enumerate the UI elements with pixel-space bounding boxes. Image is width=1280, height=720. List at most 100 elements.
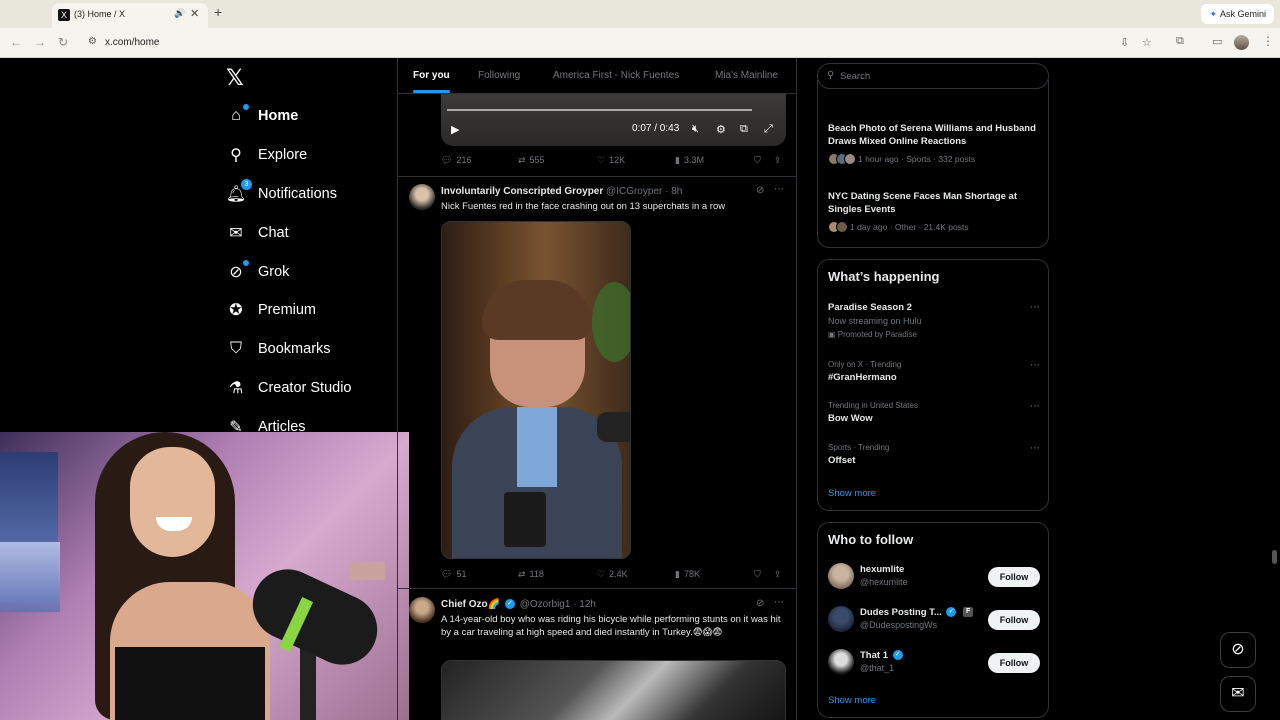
trend-more-icon[interactable]: ⋯ <box>1030 443 1040 454</box>
avatar[interactable] <box>828 649 854 675</box>
mail-icon: ✉ <box>229 225 243 242</box>
views-button[interactable]: ▮ 78K <box>675 569 700 580</box>
repost-button[interactable]: ⇄ 118 <box>518 569 544 580</box>
play-icon[interactable]: ▶ <box>451 123 459 136</box>
avatar[interactable] <box>409 184 435 210</box>
forward-icon[interactable]: → <box>34 35 46 49</box>
ask-gemini-button[interactable]: ✦ Ask Gemini <box>1201 4 1274 24</box>
site-info-icon[interactable]: ⚙ <box>88 36 97 47</box>
grok-dot <box>243 260 249 266</box>
reply-button[interactable]: 💬︎ 51 <box>441 569 466 580</box>
trend-more-icon[interactable]: ⋯ <box>1030 360 1040 371</box>
trend-context: Sports · Trending <box>828 443 890 452</box>
repost-button[interactable]: ⇄ 555 <box>518 155 545 166</box>
grok-analyze-icon[interactable]: ⊘ <box>756 185 764 196</box>
video-progress-bar[interactable] <box>447 109 752 111</box>
search-placeholder: Search <box>840 71 871 82</box>
news-item[interactable]: NYC Dating Scene Faces Man Shortage at S… <box>828 190 1038 233</box>
browser-tab-bar: X (3) Home / X 🔊 ✕ + ✦ Ask Gemini <box>0 0 1280 28</box>
tab-for-you[interactable]: For you <box>413 70 450 93</box>
post-video-thumbnail[interactable] <box>441 221 631 559</box>
trend-promo-text: Promoted by Paradise <box>837 330 917 339</box>
post-more-icon[interactable]: ⋯ <box>774 597 784 608</box>
reload-icon[interactable]: ↻ <box>58 35 68 49</box>
back-icon[interactable]: ← <box>10 35 22 49</box>
search-input[interactable]: ⚲ Search <box>817 63 1049 89</box>
trend-item[interactable]: Paradise Season 2 Now streaming on Hulu … <box>828 302 1040 339</box>
like-button[interactable]: ♡ 2.4K <box>597 569 628 580</box>
follow-button[interactable]: Follow <box>988 610 1040 630</box>
grok-analyze-icon[interactable]: ⊘ <box>756 598 764 609</box>
show-more-link[interactable]: Show more <box>828 488 876 499</box>
share-icon[interactable]: ⇪ <box>774 569 782 580</box>
trend-item[interactable]: Trending in United States Bow Wow ⋯ <box>828 401 1040 424</box>
wall-poster-2 <box>0 542 60 612</box>
tab-title: (3) Home / X <box>74 9 126 19</box>
trend-name: Paradise Season 2 <box>828 302 912 313</box>
settings-icon[interactable]: ⚙ <box>716 123 726 136</box>
pip-icon[interactable]: ⧉ <box>740 123 748 136</box>
reply-button[interactable]: 💬︎ 216 <box>441 155 471 166</box>
share-icon[interactable]: ⇪ <box>774 155 782 166</box>
post1-actions: 💬︎ 51 ⇄ 118 ♡ 2.4K ▮ 78K ⛉ ⇪ <box>441 569 786 583</box>
avatar[interactable] <box>828 606 854 632</box>
post-author[interactable]: Chief Ozo🌈 ✓ @Ozorbig1 · 12h <box>441 599 596 610</box>
nav-home[interactable]: ⌂ Home <box>226 101 298 131</box>
trend-more-icon[interactable]: ⋯ <box>1030 302 1040 313</box>
close-tab-icon[interactable]: ✕ <box>190 7 199 20</box>
fullscreen-icon[interactable]: ⤢ <box>764 123 773 136</box>
bookmark-star-icon[interactable]: ☆ <box>1142 36 1152 49</box>
extension-2-icon[interactable]: ▭ <box>1212 35 1222 48</box>
nav-bookmarks[interactable]: ⛉ Bookmarks <box>226 334 331 364</box>
trend-item[interactable]: Only on X · Trending #GranHermano ⋯ <box>828 360 1040 383</box>
follow-suggestion[interactable]: That 1 ✓ @that_1 Follow <box>828 649 1040 679</box>
follow-suggestion[interactable]: hexumlite @hexumlite Follow <box>828 563 1040 593</box>
mute-icon[interactable]: 🔇︎ <box>692 123 699 136</box>
like-button[interactable]: ♡ 12K <box>597 155 625 166</box>
video-player[interactable]: ▶ 0:07 / 0:43 🔇︎ ⚙ ⧉ ⤢ <box>441 94 786 146</box>
nav-notifications[interactable]: 🔔︎ 3 Notifications <box>226 179 337 209</box>
nav-explore-label: Explore <box>258 147 308 163</box>
trend-item[interactable]: Sports · Trending Offset ⋯ <box>828 443 1040 466</box>
avatar[interactable] <box>828 563 854 589</box>
show-more-link[interactable]: Show more <box>828 695 876 706</box>
browser-menu-icon[interactable]: ⋮ <box>1262 34 1274 48</box>
post-video-thumbnail[interactable] <box>441 660 786 720</box>
verified-badge-icon: ✓ <box>946 607 957 618</box>
post-more-icon[interactable]: ⋯ <box>774 184 784 195</box>
extension-icon[interactable]: ⧉ <box>1176 35 1184 48</box>
bookmark-button[interactable]: ⛉ <box>754 155 761 166</box>
follow-button[interactable]: Follow <box>988 567 1040 587</box>
post0-actions: 💬︎ 216 ⇄ 555 ♡ 12K ▮ 3.3M ⛉ ⇪ <box>441 155 786 169</box>
bookmark-button[interactable]: ⛉ <box>754 569 761 580</box>
tab-mias-mainline[interactable]: Mia's Mainline <box>715 70 778 81</box>
scrollbar[interactable] <box>1272 550 1277 564</box>
browser-tab[interactable]: X (3) Home / X 🔊 ✕ <box>52 3 208 28</box>
nav-premium[interactable]: ✪ Premium <box>226 295 316 325</box>
install-icon[interactable]: ⇩ <box>1120 36 1129 49</box>
grok-float-button[interactable]: ⊘ <box>1220 632 1256 668</box>
news-item[interactable]: Beach Photo of Serena Williams and Husba… <box>828 122 1038 165</box>
news-card: Beach Photo of Serena Williams and Husba… <box>817 80 1049 248</box>
messages-float-button[interactable]: ✉ <box>1220 676 1256 712</box>
tab-following[interactable]: Following <box>478 70 520 81</box>
follow-suggestion[interactable]: Dudes Posting T... ✓ F @DudespostingWs F… <box>828 606 1040 636</box>
avatar[interactable] <box>409 597 435 623</box>
reply-icon: 💬︎ <box>441 569 453 579</box>
nav-chat[interactable]: ✉ Chat <box>226 218 288 248</box>
address-bar[interactable]: ⚙ x.com/home ⇩ ☆ <box>80 32 1190 54</box>
follow-name: Dudes Posting T... ✓ F <box>860 607 975 618</box>
nav-explore[interactable]: ⚲ Explore <box>226 140 307 170</box>
post-author[interactable]: Involuntarily Conscripted Groyper @ICGro… <box>441 186 682 197</box>
audio-icon[interactable]: 🔊 <box>174 8 185 19</box>
tab-america-first[interactable]: America First - Nick Fuentes <box>553 70 679 81</box>
nav-grok[interactable]: ⊘ Grok <box>226 257 289 287</box>
x-logo-icon[interactable]: 𝕏 <box>226 66 244 91</box>
trend-more-icon[interactable]: ⋯ <box>1030 401 1040 412</box>
nav-bookmarks-label: Bookmarks <box>258 341 331 357</box>
follow-button[interactable]: Follow <box>988 653 1040 673</box>
profile-avatar[interactable] <box>1234 35 1249 50</box>
nav-creator-studio[interactable]: ⚗ Creator Studio <box>226 373 352 403</box>
views-button[interactable]: ▮ 3.3M <box>675 155 704 166</box>
new-tab-icon[interactable]: + <box>214 4 222 20</box>
